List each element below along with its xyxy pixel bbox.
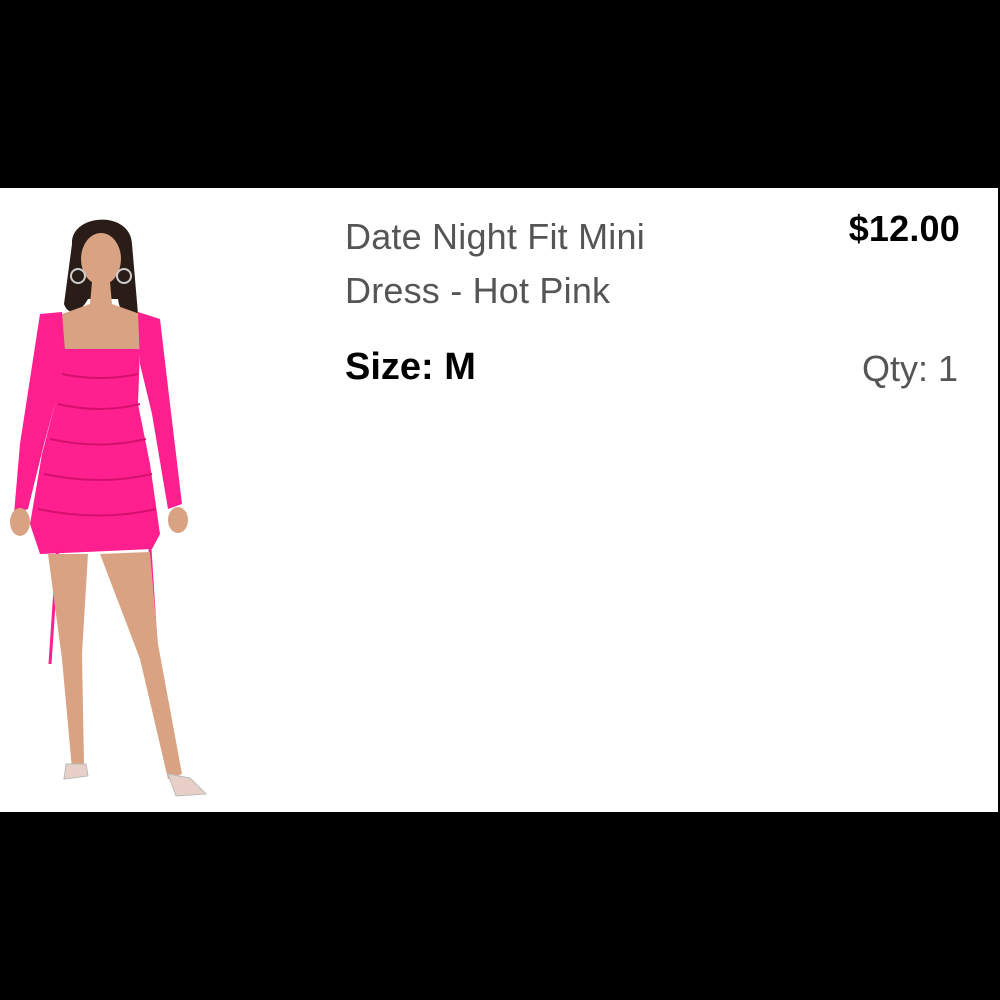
product-price: $12.00 — [848, 208, 960, 249]
cart-item-card: Date Night Fit Mini Dress - Hot Pink $12… — [0, 188, 998, 812]
letterbox-top — [0, 0, 1000, 188]
product-image[interactable] — [0, 204, 215, 804]
product-title[interactable]: Date Night Fit Mini Dress - Hot Pink — [345, 210, 725, 318]
screenshot-frame: Date Night Fit Mini Dress - Hot Pink $12… — [0, 0, 1000, 1000]
size-label: Size: M — [345, 346, 476, 388]
letterbox-bottom — [0, 812, 1000, 1000]
model-illustration — [10, 219, 208, 797]
quantity-label: Qty: 1 — [861, 348, 958, 389]
